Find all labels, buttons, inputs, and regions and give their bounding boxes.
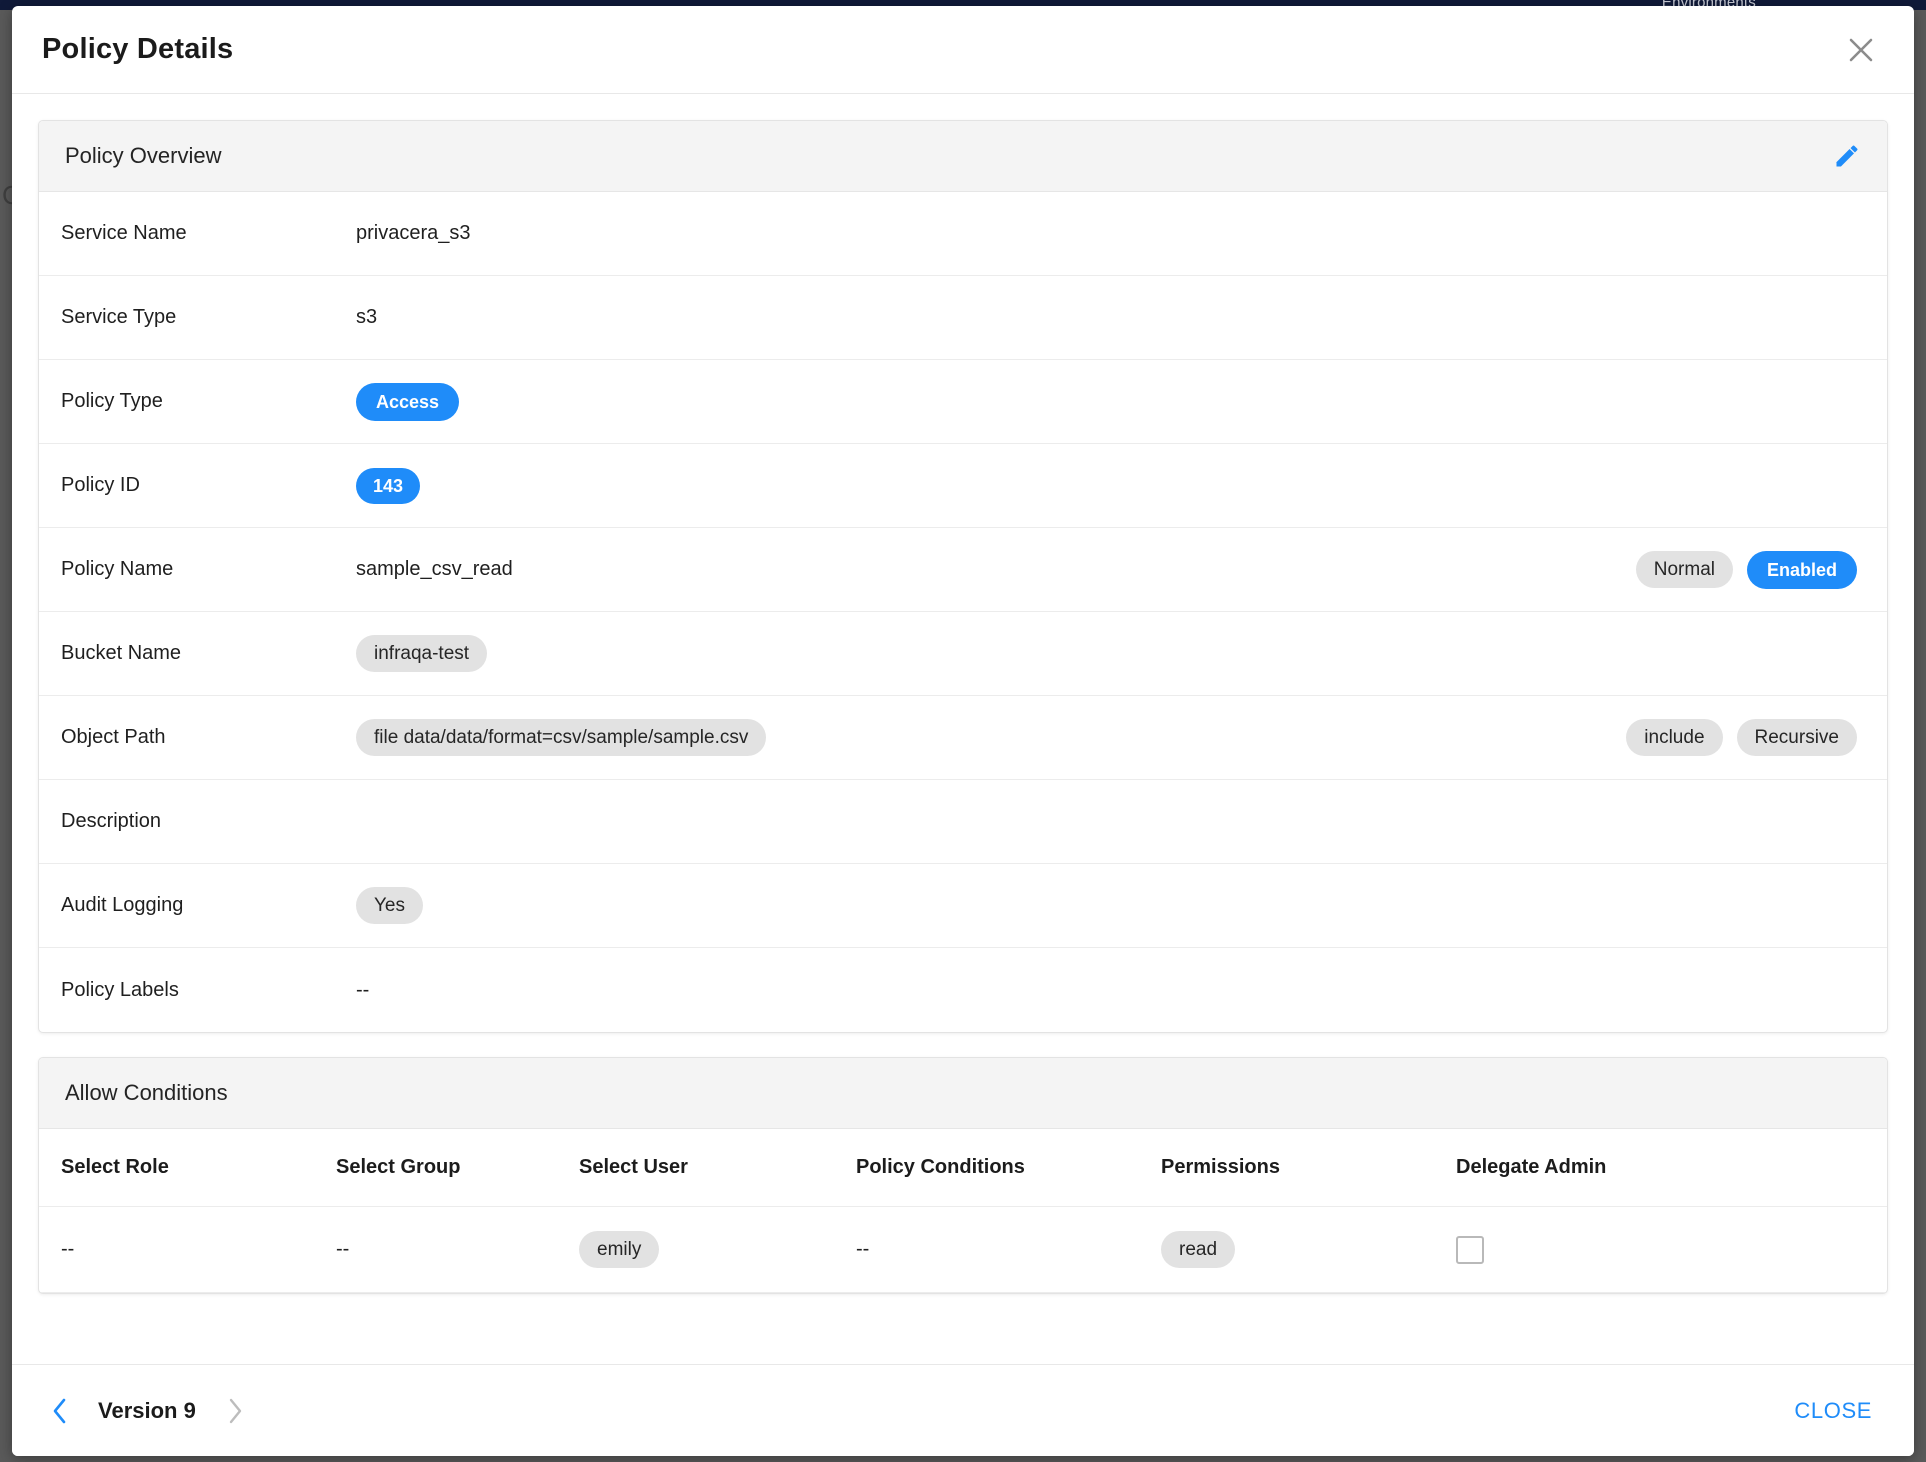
page-backdrop <box>0 0 12 1462</box>
audit-logging-chip: Yes <box>356 887 423 924</box>
overview-row-service-type: Service Type s3 <box>39 276 1887 360</box>
row-value: infraqa-test <box>356 635 1861 672</box>
badge-include: include <box>1626 719 1723 756</box>
version-navigation: Version 9 <box>46 1394 248 1428</box>
object-path-chip: file data/data/format=csv/sample/sample.… <box>356 719 767 756</box>
cell-select-user: emily <box>579 1231 856 1268</box>
overview-row-object-path: Object Path file data/data/format=csv/sa… <box>39 696 1887 780</box>
row-label: Policy Labels <box>61 978 179 1001</box>
policy-overview-card: Policy Overview Service Name privacera_s… <box>38 120 1888 1033</box>
page-title: Policy Details <box>42 33 234 65</box>
column-header-permissions: Permissions <box>1161 1156 1280 1178</box>
cell-select-group: -- <box>336 1238 350 1260</box>
policy-id-badge: 143 <box>356 467 421 504</box>
row-label: Policy ID <box>61 474 140 496</box>
cell-permissions: read <box>1161 1231 1456 1268</box>
allow-conditions-table-header: Select Role Select Group Select User Pol… <box>39 1129 1887 1207</box>
screen: Environments C Policy Details Policy Ove… <box>0 0 1926 1462</box>
user-chip: emily <box>579 1231 660 1268</box>
allow-conditions-title: Allow Conditions <box>65 1080 228 1105</box>
table-row: -- -- emily -- read <box>39 1207 1887 1293</box>
close-button[interactable]: CLOSE <box>1784 1390 1882 1432</box>
overview-row-description: Description <box>39 780 1887 864</box>
allow-conditions-card: Allow Conditions Select Role Select Grou… <box>38 1057 1888 1294</box>
dialog-footer: Version 9 CLOSE <box>12 1364 1914 1456</box>
overview-row-service-name: Service Name privacera_s3 <box>39 192 1887 276</box>
policy-overview-title: Policy Overview <box>65 143 222 168</box>
permission-chip: read <box>1161 1231 1236 1268</box>
row-value: -- <box>356 978 370 1001</box>
row-value: privacera_s3 <box>356 222 471 244</box>
row-value: Yes <box>356 887 1861 924</box>
column-header-delegate-admin: Delegate Admin <box>1456 1156 1607 1178</box>
cell-delegate-admin <box>1456 1235 1865 1264</box>
dialog-header: Policy Details <box>12 6 1914 94</box>
chevron-left-icon[interactable] <box>46 1394 72 1428</box>
row-label: Policy Type <box>61 390 163 412</box>
cell-select-role: -- <box>61 1238 75 1260</box>
chevron-right-icon[interactable] <box>222 1394 248 1428</box>
pencil-icon[interactable] <box>1833 142 1861 170</box>
row-value: file data/data/format=csv/sample/sample.… <box>356 719 1626 756</box>
row-label: Object Path <box>61 726 166 748</box>
row-label: Service Type <box>61 306 177 328</box>
version-label: Version 9 <box>98 1397 196 1423</box>
overview-row-policy-type: Policy Type Access <box>39 360 1887 444</box>
column-header-select-role: Select Role <box>61 1156 169 1178</box>
badge-recursive: Recursive <box>1736 719 1857 756</box>
overview-row-audit-logging: Audit Logging Yes <box>39 864 1887 948</box>
row-label: Service Name <box>61 222 187 244</box>
column-header-select-user: Select User <box>579 1156 688 1178</box>
row-label: Description <box>61 810 162 832</box>
delegate-admin-checkbox[interactable] <box>1456 1235 1484 1264</box>
row-label: Bucket Name <box>61 642 182 664</box>
overview-row-policy-labels: Policy Labels -- <box>39 948 1887 1032</box>
policy-details-dialog: Policy Details Policy Overview Service N… <box>12 6 1914 1456</box>
close-icon[interactable] <box>1838 27 1884 73</box>
cell-policy-conditions: -- <box>856 1238 870 1260</box>
bucket-name-chip: infraqa-test <box>356 635 488 672</box>
allow-conditions-header: Allow Conditions <box>39 1058 1887 1129</box>
policy-overview-header: Policy Overview <box>39 121 1887 192</box>
row-value: s3 <box>356 306 378 328</box>
row-label: Audit Logging <box>61 894 184 916</box>
overview-row-policy-id: Policy ID 143 <box>39 444 1887 528</box>
overview-row-bucket-name: Bucket Name infraqa-test <box>39 612 1887 696</box>
overview-row-policy-name: Policy Name sample_csv_read Normal Enabl… <box>39 528 1887 612</box>
status-badge-normal: Normal <box>1635 551 1733 588</box>
policy-name-badges: Normal Enabled <box>1635 550 1861 589</box>
row-value: Access <box>356 382 1861 421</box>
row-value: 143 <box>356 467 1861 504</box>
row-label: Policy Name <box>61 558 174 580</box>
status-badge-enabled: Enabled <box>1746 550 1857 589</box>
dialog-body: Policy Overview Service Name privacera_s… <box>12 94 1914 1364</box>
row-value: sample_csv_read <box>356 558 513 580</box>
object-path-badges: include Recursive <box>1626 719 1861 756</box>
column-header-policy-conditions: Policy Conditions <box>856 1156 1025 1178</box>
column-header-select-group: Select Group <box>336 1156 461 1178</box>
policy-type-badge: Access <box>356 382 460 421</box>
